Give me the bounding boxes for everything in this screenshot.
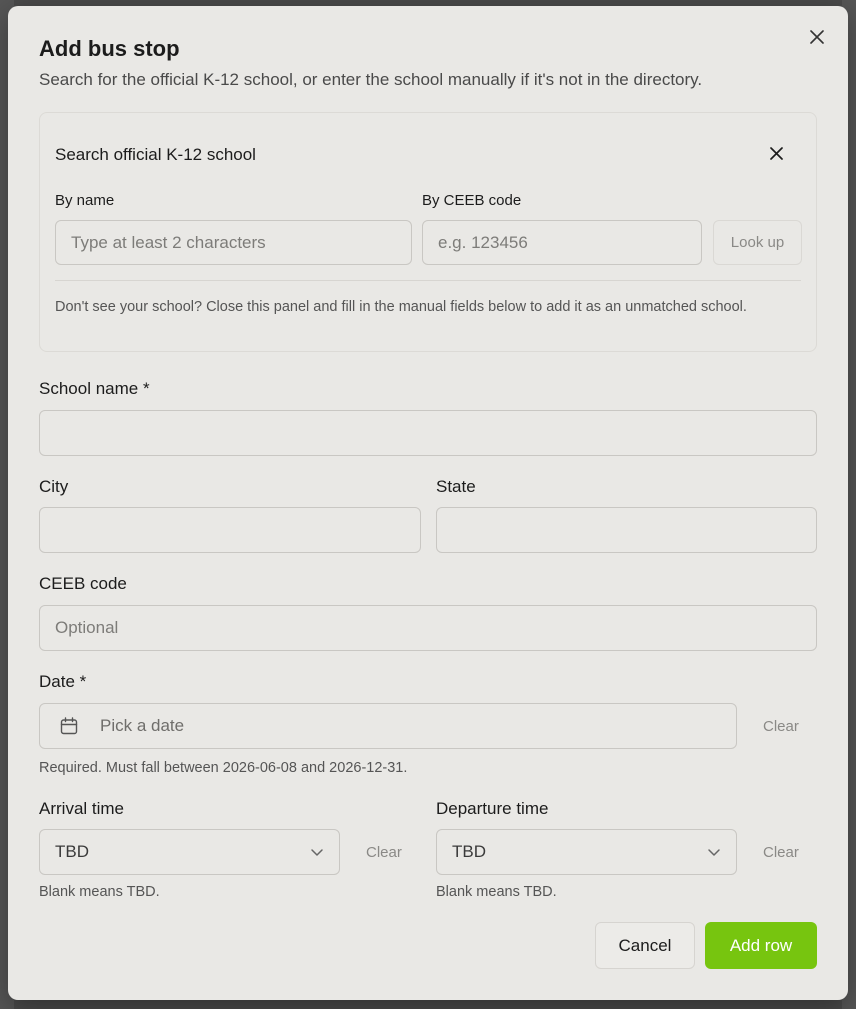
arrival-hint: Blank means TBD. — [39, 884, 160, 900]
departure-time-value: TBD — [452, 842, 486, 861]
arrival-clear-button[interactable]: Clear — [366, 844, 402, 861]
close-icon — [810, 30, 824, 44]
state-input[interactable] — [436, 507, 817, 553]
departure-clear-button[interactable]: Clear — [763, 844, 799, 861]
panel-divider — [55, 280, 801, 281]
search-panel-close-button[interactable] — [766, 143, 786, 163]
date-clear-button[interactable]: Clear — [763, 718, 799, 735]
city-input[interactable] — [39, 507, 421, 553]
cancel-button[interactable]: Cancel — [595, 922, 695, 969]
search-panel-title: Search official K-12 school — [55, 145, 256, 164]
by-name-label: By name — [55, 192, 115, 209]
date-placeholder: Pick a date — [100, 716, 185, 735]
arrival-time-label: Arrival time — [39, 799, 125, 818]
date-hint: Required. Must fall between 2026-06-08 a… — [39, 760, 408, 776]
add-bus-stop-dialog: Add bus stop Search for the official K-1… — [8, 6, 848, 1000]
add-row-button[interactable]: Add row — [705, 922, 817, 969]
city-label: City — [39, 477, 69, 496]
school-search-panel: Search official K-12 school By name By C… — [39, 112, 817, 352]
departure-time-select[interactable]: TBD — [436, 829, 737, 875]
search-panel-note: Don't see your school? Close this panel … — [55, 299, 747, 315]
date-picker-input[interactable]: Pick a date — [39, 703, 737, 749]
calendar-icon — [60, 717, 78, 735]
school-name-label: School name * — [39, 379, 150, 398]
dialog-close-button[interactable] — [806, 26, 828, 48]
arrival-time-select[interactable]: TBD — [39, 829, 340, 875]
ceeb-code-label: CEEB code — [39, 574, 127, 593]
by-ceeb-label: By CEEB code — [422, 192, 522, 209]
chevron-down-icon — [707, 845, 721, 859]
departure-time-label: Departure time — [436, 799, 549, 818]
date-label: Date * — [39, 672, 87, 691]
school-name-search-input[interactable] — [55, 220, 412, 265]
ceeb-code-input[interactable] — [39, 605, 817, 651]
dialog-title: Add bus stop — [39, 36, 180, 61]
close-icon — [769, 146, 783, 160]
lookup-button[interactable]: Look up — [713, 220, 802, 265]
state-label: State — [436, 477, 476, 496]
chevron-down-icon — [310, 845, 324, 859]
departure-hint: Blank means TBD. — [436, 884, 557, 900]
arrival-time-value: TBD — [55, 842, 89, 861]
dialog-subtitle: Search for the official K-12 school, or … — [39, 70, 703, 89]
ceeb-code-search-input[interactable] — [422, 220, 702, 265]
school-name-input[interactable] — [39, 410, 817, 456]
